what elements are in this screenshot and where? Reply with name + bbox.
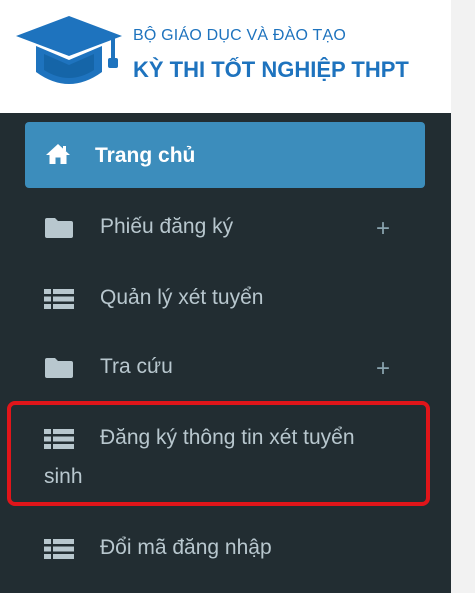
page-edge <box>451 0 475 593</box>
folder-icon <box>44 217 74 245</box>
expand-plus-icon[interactable]: + <box>376 217 390 241</box>
sidebar-item-label: Đổi mã đăng nhập <box>100 536 272 559</box>
folder-icon <box>44 357 74 385</box>
site-title: KỲ THI TỐT NGHIỆP THPT <box>133 57 409 82</box>
org-name: BỘ GIÁO DỤC VÀ ĐÀO TẠO <box>133 27 347 44</box>
site-header: BỘ GIÁO DỤC VÀ ĐÀO TẠO KỲ THI TỐT NGHIỆP… <box>0 0 451 113</box>
graduation-cap-icon[interactable] <box>14 14 124 96</box>
highlight-annotation-box <box>7 401 430 506</box>
sidebar-item-registration-form[interactable]: Phiếu đăng ký + <box>0 200 451 256</box>
list-icon <box>44 539 74 565</box>
sidebar-item-change-login-code[interactable]: Đổi mã đăng nhập <box>0 522 451 578</box>
sidebar-item-admission-management[interactable]: Quản lý xét tuyển <box>0 270 451 326</box>
sidebar-item-label: Trang chủ <box>95 144 196 167</box>
sidebar-item-home[interactable]: Trang chủ <box>25 122 425 188</box>
list-icon <box>44 289 74 315</box>
home-icon <box>45 143 71 171</box>
sidebar-item-label: Tra cứu <box>100 355 173 378</box>
expand-plus-icon[interactable]: + <box>376 357 390 381</box>
sidebar-item-label: Quản lý xét tuyển <box>100 286 264 309</box>
app: BỘ GIÁO DỤC VÀ ĐÀO TẠO KỲ THI TỐT NGHIỆP… <box>0 0 451 593</box>
sidebar-item-lookup[interactable]: Tra cứu + <box>0 340 451 396</box>
sidebar-item-label: Phiếu đăng ký <box>100 215 234 238</box>
